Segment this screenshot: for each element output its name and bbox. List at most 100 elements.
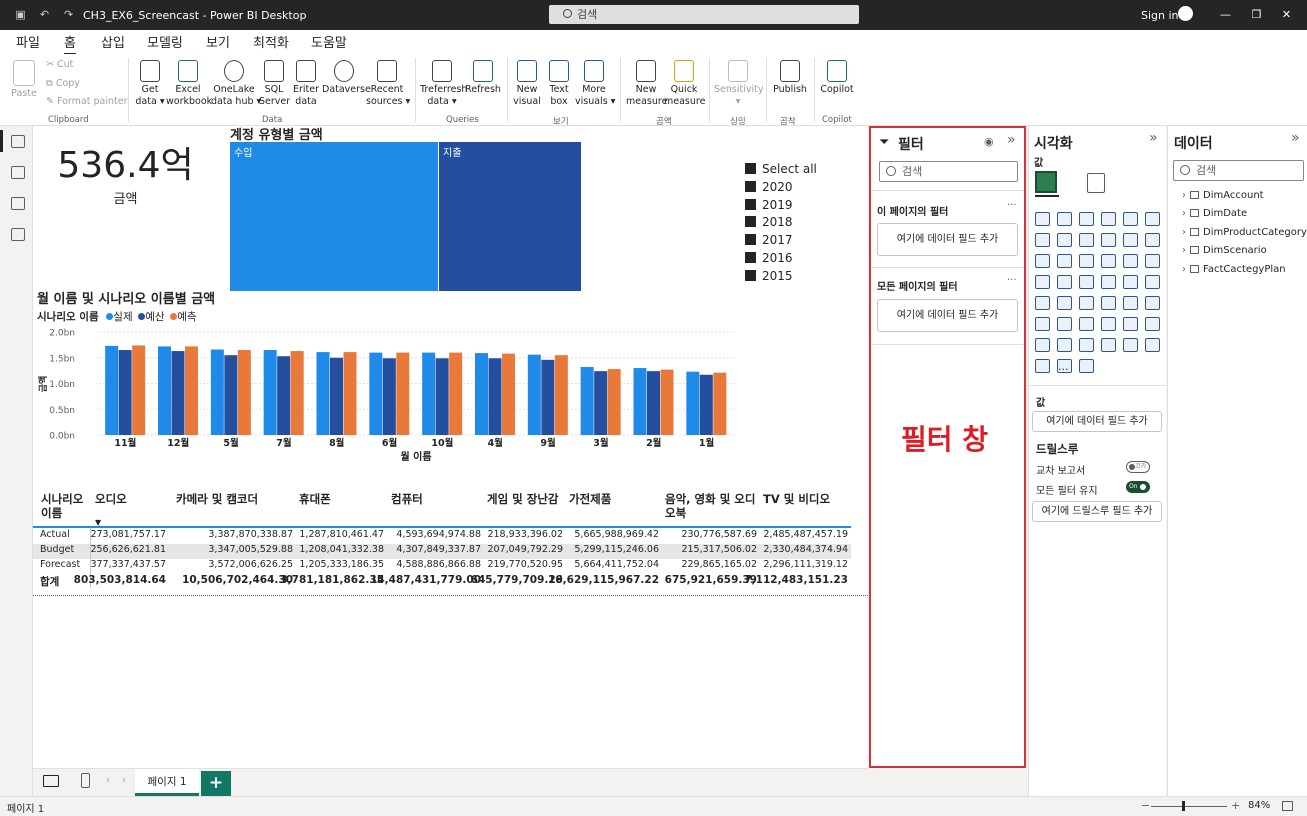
menu-view[interactable]: 보기 — [206, 32, 230, 51]
drillthrough-drop-zone[interactable]: 여기에 드릴스루 필드 추가 — [1032, 501, 1162, 522]
matrix-cell[interactable]: 218,933,396.02 — [487, 529, 563, 540]
bar-예산[interactable] — [647, 371, 660, 435]
bar-예측[interactable] — [343, 352, 357, 435]
bar-예측[interactable] — [554, 355, 568, 435]
table-dimaccount[interactable]: › DimAccount — [1182, 190, 1264, 201]
bar-실제[interactable] — [475, 353, 488, 435]
new-visual-button[interactable]: New visual — [512, 60, 542, 108]
matrix-header-computer[interactable]: 컴퓨터 — [391, 492, 423, 506]
new-measure-button[interactable]: New measure — [626, 60, 667, 108]
visual-type-icon[interactable] — [1035, 338, 1050, 352]
matrix-header-games[interactable]: 게임 및 장난감 — [487, 492, 559, 506]
matrix-cell[interactable]: 3,347,005,529.88 — [208, 544, 293, 555]
values-drop-zone[interactable]: 여기에 데이터 필드 추가 — [1032, 411, 1162, 432]
text-box-button[interactable]: Text box — [544, 60, 574, 108]
matrix-cell[interactable]: 1,287,810,461.47 — [299, 529, 384, 540]
mobile-layout-icon[interactable] — [81, 773, 90, 788]
matrix-cell[interactable]: 207,049,792.29 — [487, 544, 563, 555]
visual-type-icon[interactable] — [1057, 212, 1072, 226]
visual-type-icon[interactable] — [1145, 317, 1160, 331]
bar-예측[interactable] — [607, 369, 621, 435]
visual-type-icon[interactable] — [1123, 275, 1138, 289]
bar-예산[interactable] — [488, 358, 502, 435]
matrix-cell[interactable]: 5,299,115,246.06 — [574, 544, 659, 555]
bar-예측[interactable] — [237, 350, 251, 435]
matrix-cell[interactable]: 273,081,757.17 — [90, 529, 166, 540]
zoom-out-icon[interactable]: − — [1141, 799, 1150, 812]
visual-type-icon[interactable] — [1035, 275, 1050, 289]
matrix-cell[interactable]: 3,572,006,626.25 — [208, 559, 293, 570]
visual-type-icon[interactable] — [1123, 338, 1138, 352]
slicer-item-2015[interactable]: 2015 — [745, 269, 793, 283]
visual-type-icon[interactable] — [1123, 233, 1138, 247]
matrix-cell[interactable]: 256,626,621.81 — [90, 544, 166, 555]
quick-measure-button[interactable]: Quick measure — [664, 60, 705, 108]
scroll-right-icon[interactable]: › — [122, 775, 126, 786]
matrix-cell[interactable]: 215,317,506.02 — [681, 544, 757, 555]
matrix-cell[interactable]: 5,665,988,969.42 — [574, 529, 659, 540]
report-canvas[interactable]: 536.4억 금액 계정 유형별 금액 수입 지출 Select all 202… — [33, 126, 868, 768]
keep-filters-toggle[interactable]: On — [1126, 481, 1150, 493]
matrix-cell[interactable]: 230,776,587.69 — [681, 529, 757, 540]
close-icon[interactable]: ✕ — [1280, 8, 1293, 21]
menu-file[interactable]: 파일 — [16, 32, 40, 51]
bar-실제[interactable] — [263, 350, 277, 435]
bar-예산[interactable] — [224, 355, 238, 435]
visual-type-icon[interactable] — [1101, 275, 1116, 289]
build-visual-icon[interactable] — [1035, 171, 1057, 193]
sensitivity-button[interactable]: Sensitivity ▾ — [714, 60, 763, 108]
matrix-cell[interactable]: 4,593,694,974.88 — [396, 529, 481, 540]
restore-icon[interactable]: ❐ — [1250, 8, 1263, 21]
visual-type-icon[interactable] — [1035, 317, 1050, 331]
matrix-cell[interactable]: 10,506,702,464.30 — [182, 574, 293, 586]
slicer-item-2016[interactable]: 2016 — [745, 251, 793, 265]
matrix-cell[interactable]: 1,205,333,186.35 — [299, 559, 384, 570]
get-data-button[interactable]: Get data ▾ — [133, 60, 167, 108]
zoom-slider[interactable] — [1151, 806, 1227, 807]
bar-실제[interactable] — [369, 352, 383, 435]
visual-type-icon[interactable] — [1101, 254, 1116, 268]
visual-type-icon[interactable] — [1145, 212, 1160, 226]
model-view-icon[interactable] — [11, 197, 25, 210]
minimize-icon[interactable]: — — [1219, 8, 1232, 21]
page-filters-drop-zone[interactable]: 여기에 데이터 필드 추가 — [877, 223, 1018, 256]
visual-type-icon[interactable] — [1079, 359, 1094, 373]
matrix-row-header-actual[interactable]: Actual — [40, 529, 70, 540]
visual-type-icon[interactable] — [1035, 359, 1050, 373]
matrix-cell[interactable]: 4,588,886,866.88 — [396, 559, 481, 570]
matrix-cell[interactable]: 675,921,659.39 — [665, 574, 757, 586]
matrix-header-audio[interactable]: 오디오 — [95, 492, 127, 506]
bar-예측[interactable] — [132, 345, 146, 435]
visual-type-icon[interactable] — [1079, 338, 1094, 352]
matrix-cell[interactable]: 2,330,484,374.94 — [763, 544, 848, 555]
matrix-cell[interactable]: 3,387,870,338.87 — [208, 529, 293, 540]
matrix-cell[interactable]: 7,112,483,151.23 — [744, 574, 848, 586]
bar-실제[interactable] — [686, 371, 700, 435]
slicer-item-2018[interactable]: 2018 — [745, 215, 793, 229]
redo-icon[interactable]: ↷ — [62, 8, 75, 21]
matrix-cell[interactable]: 2,296,111,319.12 — [763, 559, 848, 570]
visual-type-icon[interactable] — [1057, 317, 1072, 331]
visual-type-icon[interactable] — [1057, 296, 1072, 310]
menu-modeling[interactable]: 모델링 — [147, 32, 183, 51]
scroll-left-icon[interactable]: ‹ — [106, 775, 110, 786]
table-view-icon[interactable] — [11, 166, 25, 179]
undo-icon[interactable]: ↶ — [38, 8, 51, 21]
matrix-cell[interactable]: 1,208,041,332.38 — [299, 544, 384, 555]
bar-예산[interactable] — [594, 371, 608, 435]
matrix-table[interactable]: 시나리오 이름 오디오 카메라 및 캠코더 휴대폰 컴퓨터 게임 및 장난감 가… — [33, 488, 868, 598]
cut-button[interactable]: ✂ Cut — [46, 59, 73, 70]
visual-type-icon[interactable] — [1079, 296, 1094, 310]
copilot-button[interactable]: Copilot — [818, 60, 856, 96]
transform-data-button[interactable]: Treferresh data ▾ — [420, 60, 467, 108]
visual-type-icon[interactable] — [1101, 212, 1116, 226]
visual-type-icon[interactable] — [1101, 233, 1116, 247]
recent-sources-button[interactable]: Recent sources ▾ — [366, 60, 410, 108]
bar-예산[interactable] — [330, 357, 343, 435]
dataverse-button[interactable]: Dataverse — [322, 60, 371, 96]
matrix-header-music[interactable]: 음악, 영화 및 오디오북 — [665, 492, 761, 520]
visual-type-icon[interactable] — [1145, 338, 1160, 352]
visual-type-icon[interactable] — [1101, 317, 1116, 331]
visual-type-icon[interactable] — [1057, 338, 1072, 352]
menu-optimize[interactable]: 최적화 — [253, 32, 289, 51]
